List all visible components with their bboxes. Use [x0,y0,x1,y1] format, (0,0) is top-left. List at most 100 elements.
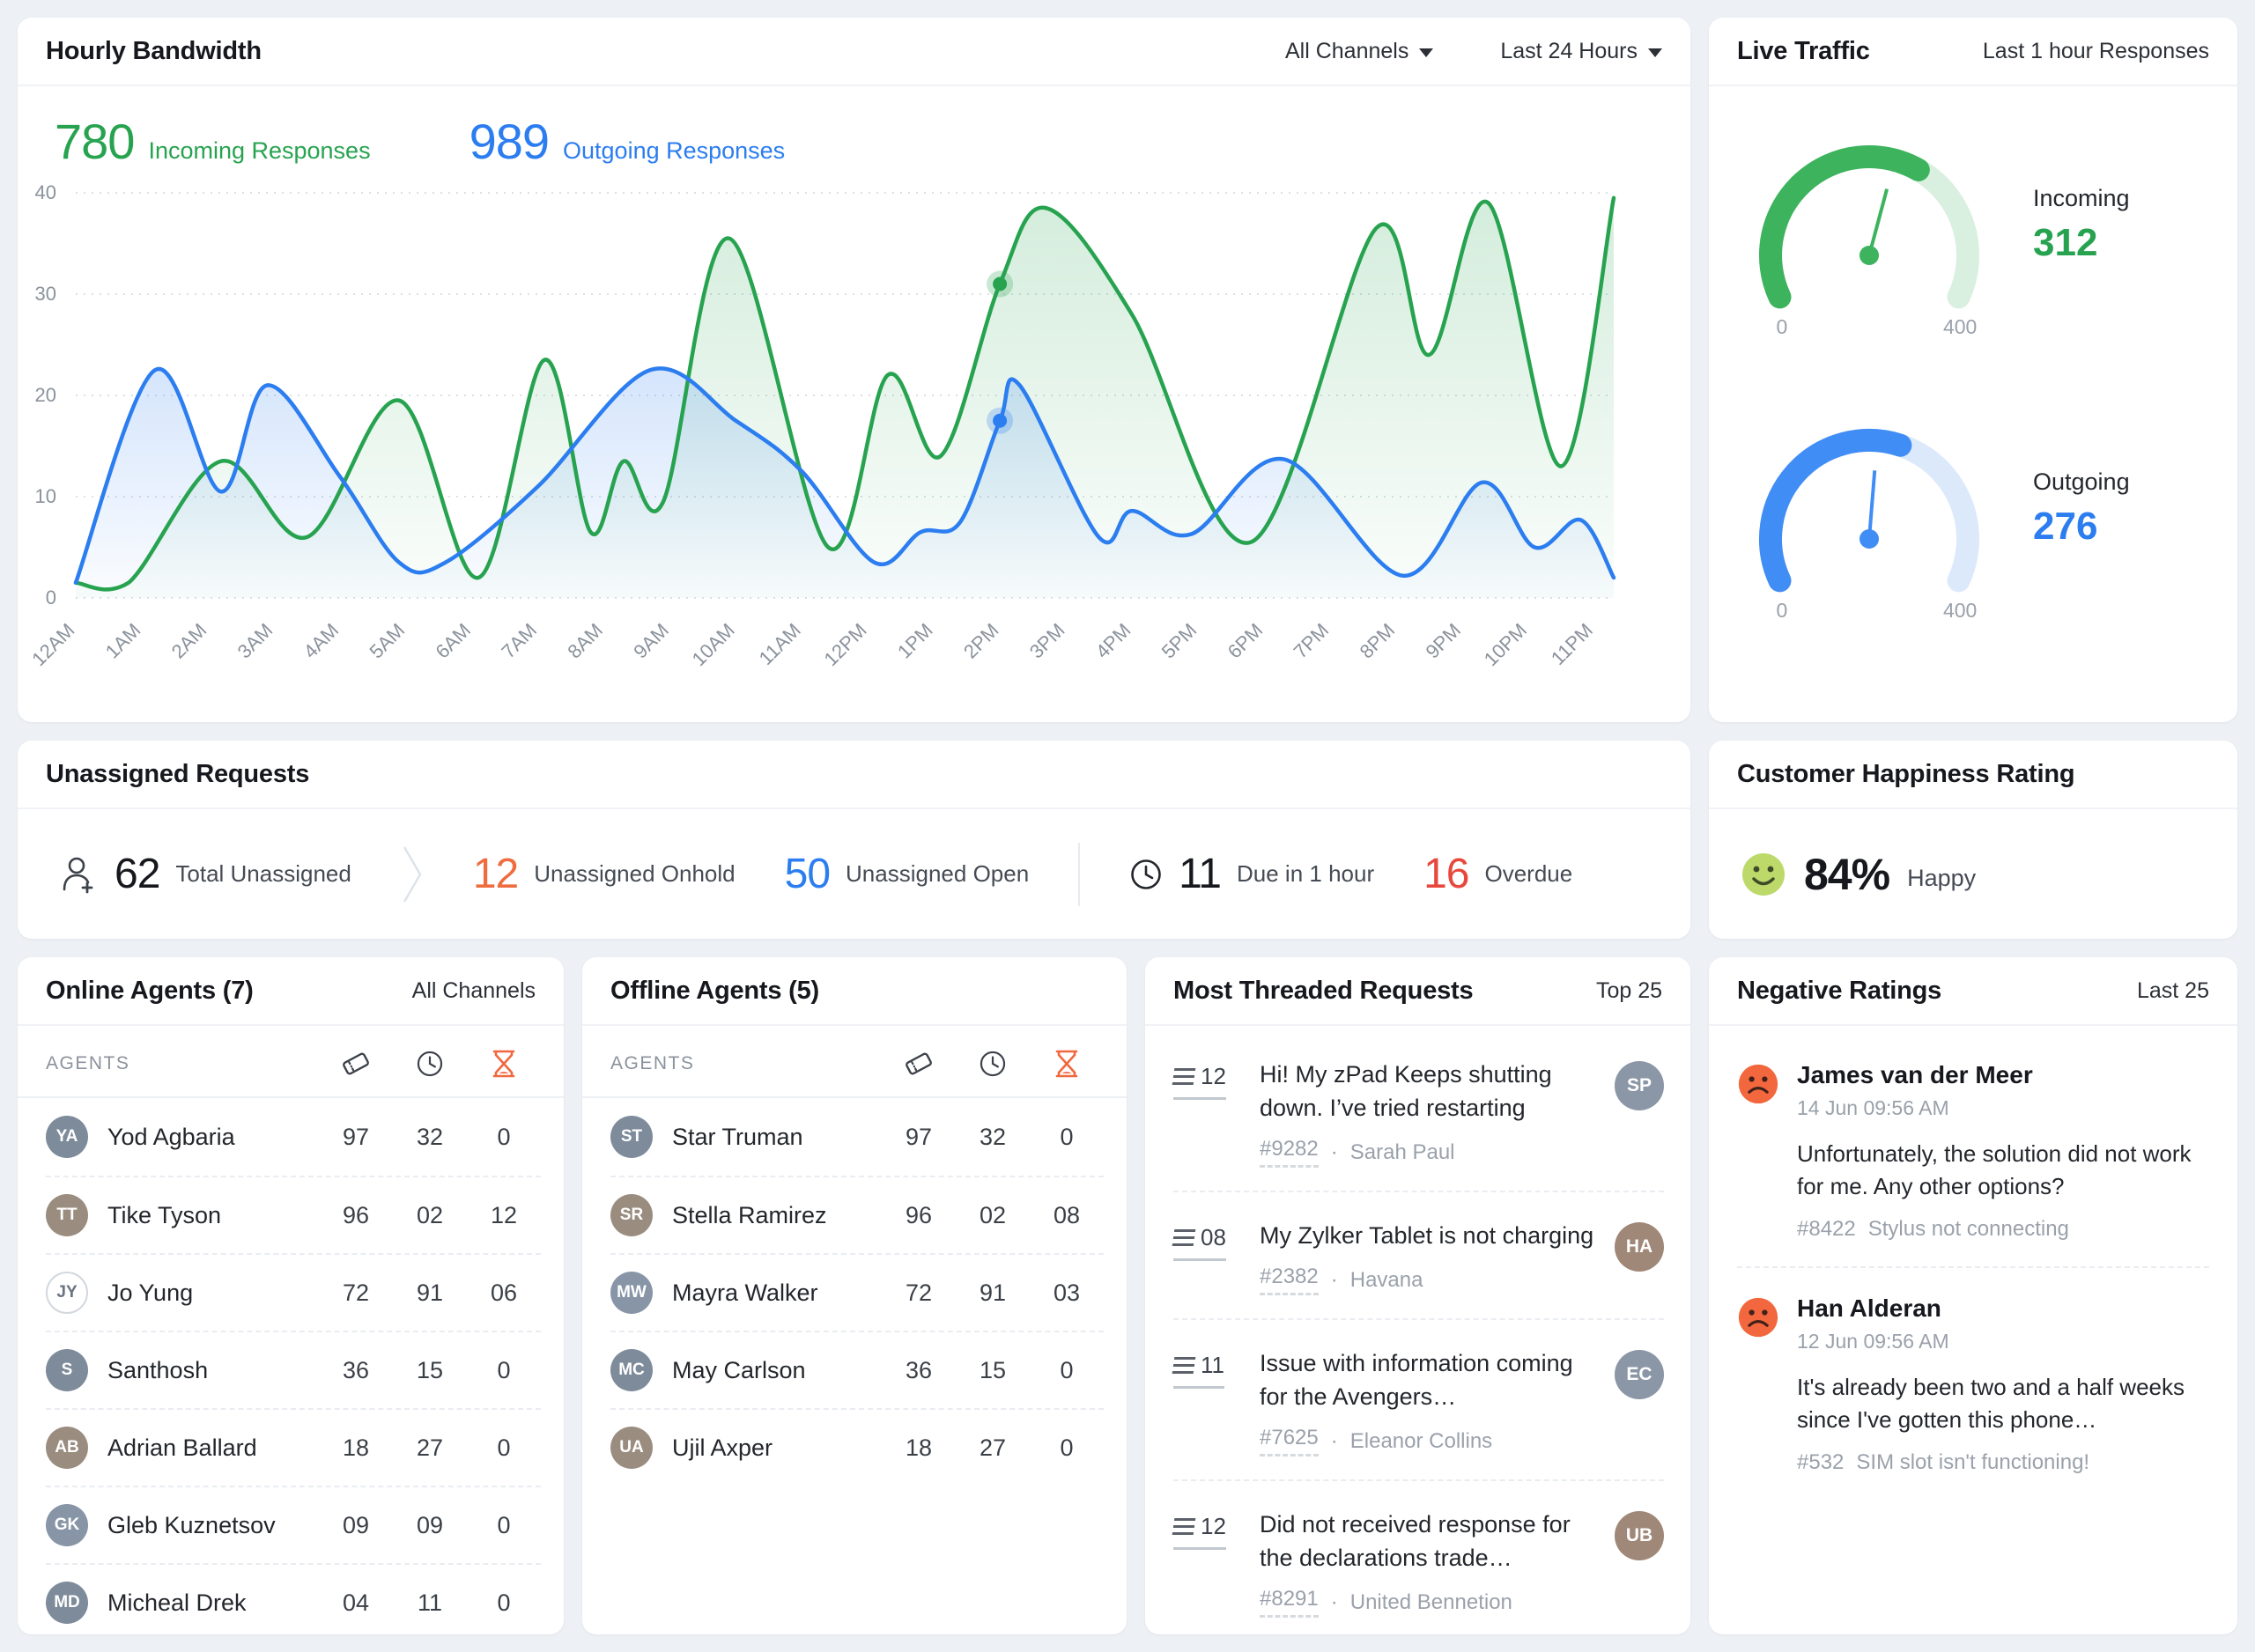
legend-outgoing: 989 Outgoing Responses [469,113,786,170]
stat-unassigned-onhold[interactable]: 12 Unassigned Onhold [473,850,736,898]
agent-row[interactable]: GK Gleb Kuznetsov 09 09 0 [46,1486,541,1563]
agent-response-time: 32 [956,1124,1030,1151]
channel-filter-dropdown[interactable]: All Channels [1285,39,1433,64]
thread-icon [1172,1357,1196,1374]
svg-text:12PM: 12PM [819,619,870,670]
ticket-id[interactable]: #7625 [1260,1426,1319,1457]
svg-text:5AM: 5AM [366,619,410,663]
agent-row[interactable]: MD Micheal Drek 04 11 0 [46,1563,541,1634]
agent-row[interactable]: AB Adrian Ballard 18 27 0 [46,1408,541,1486]
most-threaded-card: Most Threaded Requests Top 25 12 Hi! My … [1145,957,1690,1634]
clock-icon [416,1050,444,1078]
offline-agents-column-header: AGENTS [582,1026,1127,1098]
avatar: MW [610,1272,653,1314]
stat-total-unassigned[interactable]: 62 Total Unassigned [58,850,351,898]
negative-rating-item[interactable]: James van der Meer 14 Jun 09:56 AM Unfor… [1737,1035,2209,1266]
incoming-gauge: 0400 [1730,106,2021,370]
agent-row[interactable]: MC May Carlson 36 15 0 [610,1331,1104,1408]
offline-agents-list: ST Star Truman 97 32 0 SR Stella Ramirez… [582,1098,1127,1634]
svg-text:2PM: 2PM [959,619,1003,663]
agent-overdue-count: 0 [1030,1357,1104,1384]
stat-unassigned-open[interactable]: 50 Unassigned Open [785,850,1030,898]
svg-text:3PM: 3PM [1025,619,1069,663]
time-range-dropdown[interactable]: Last 24 Hours [1500,39,1662,64]
agent-row[interactable]: JY Jo Yung 72 91 06 [46,1253,541,1331]
svg-text:20: 20 [35,384,56,406]
agent-overdue-count: 0 [1030,1124,1104,1151]
thread-item[interactable]: 12 Hi! My zPad Keeps shutting down. I’ve… [1173,1031,1664,1191]
thread-item[interactable]: 12 Did not received response for the dec… [1173,1479,1664,1634]
svg-text:4PM: 4PM [1091,619,1135,663]
agent-name: Gleb Kuznetsov [107,1512,276,1539]
customer-name: James van der Meer [1797,1061,2209,1089]
agent-tickets-count: 96 [319,1202,393,1229]
thread-item[interactable]: 08 My Zylker Tablet is not charging #238… [1173,1191,1664,1318]
incoming-gauge-label: Incoming [2033,185,2130,212]
agent-row[interactable]: TT Tike Tyson 96 02 12 [46,1176,541,1253]
outgoing-gauge-label: Outgoing [2033,468,2130,496]
onhold-value: 12 [473,850,518,898]
last-25-filter[interactable]: Last 25 [2137,978,2209,1004]
customer-name: Sarah Paul [1350,1140,1455,1165]
rating-timestamp: 14 Jun 09:56 AM [1797,1096,2209,1120]
thread-title: My Zylker Tablet is not charging [1260,1219,1597,1252]
ticket-id[interactable]: #8422 [1797,1217,1856,1242]
agent-row[interactable]: MW Mayra Walker 72 91 03 [610,1253,1104,1331]
hourly-bandwidth-header: Hourly Bandwidth All Channels Last 24 Ho… [18,18,1690,86]
unassigned-title: Unassigned Requests [46,760,309,789]
top-25-filter[interactable]: Top 25 [1596,978,1662,1004]
online-agents-list: YA Yod Agbaria 97 32 0 TT Tike Tyson 96 … [18,1098,564,1634]
thread-count: 12 [1201,1063,1226,1090]
agent-row[interactable]: YA Yod Agbaria 97 32 0 [46,1098,541,1176]
stat-due-soon[interactable]: 11 Due in 1 hour [1129,850,1374,898]
svg-text:3AM: 3AM [233,619,277,663]
svg-text:0: 0 [1776,315,1787,338]
outgoing-gauge-value: 276 [2033,505,2130,549]
outgoing-gauge-row: 0400 Outgoing 276 [1709,370,2237,653]
svg-text:9PM: 9PM [1422,619,1466,663]
thread-item[interactable]: 11 Issue with information coming for the… [1173,1318,1664,1479]
agent-row[interactable]: SR Stella Ramirez 96 02 08 [610,1176,1104,1253]
bandwidth-legend: 780 Incoming Responses 989 Outgoing Resp… [18,86,1690,170]
agent-response-time: 27 [956,1434,1030,1462]
response-time-column-icon [956,1050,1030,1078]
ticket-subject: Stylus not connecting [1868,1217,2069,1242]
most-threaded-title: Most Threaded Requests [1173,977,1473,1006]
thread-title: Hi! My zPad Keeps shutting down. I’ve tr… [1260,1058,1597,1125]
negative-rating-item[interactable]: Han Alderan 12 Jun 09:56 AM It's already… [1737,1266,2209,1500]
happiness-value: 84% [1804,849,1889,900]
agent-overdue-count: 0 [467,1124,541,1151]
agent-overdue-count: 0 [467,1512,541,1539]
agent-response-time: 15 [393,1357,467,1384]
stat-overdue[interactable]: 16 Overdue [1423,850,1572,898]
ticket-icon [341,1049,371,1079]
sad-face-icon [1737,1294,1779,1475]
overdue-label: Overdue [1485,860,1573,888]
person-add-icon [58,854,99,895]
svg-text:0: 0 [46,586,56,608]
agents-column-label: AGENTS [610,1053,882,1074]
agent-row[interactable]: ST Star Truman 97 32 0 [610,1098,1104,1176]
agent-row[interactable]: UA Ujil Axper 18 27 0 [610,1408,1104,1486]
ticket-id[interactable]: #8291 [1260,1587,1319,1618]
agent-name: Star Truman [672,1124,803,1151]
outgoing-label: Outgoing Responses [563,137,785,165]
online-agents-channel-filter[interactable]: All Channels [412,978,536,1004]
ticket-id[interactable]: #9282 [1260,1137,1319,1168]
agent-row[interactable]: S Santhosh 36 15 0 [46,1331,541,1408]
ticket-id[interactable]: #2382 [1260,1265,1319,1295]
customer-avatar: EC [1615,1350,1664,1399]
thread-meta: #9282 · Sarah Paul [1260,1137,1597,1168]
svg-text:4AM: 4AM [299,619,344,663]
agent-response-time: 15 [956,1357,1030,1384]
tickets-column-icon [319,1049,393,1079]
agent-name: Adrian Ballard [107,1434,257,1462]
agent-overdue-count: 0 [467,1434,541,1462]
negative-ratings-list: James van der Meer 14 Jun 09:56 AM Unfor… [1709,1026,2237,1634]
meta-separator-dot: · [1331,1590,1338,1615]
negative-ratings-card: Negative Ratings Last 25 James van der M… [1709,957,2237,1634]
thread-count: 08 [1201,1224,1226,1251]
agent-name: Jo Yung [107,1280,193,1307]
ticket-id[interactable]: #532 [1797,1450,1844,1475]
thread-icon [1172,1068,1196,1085]
